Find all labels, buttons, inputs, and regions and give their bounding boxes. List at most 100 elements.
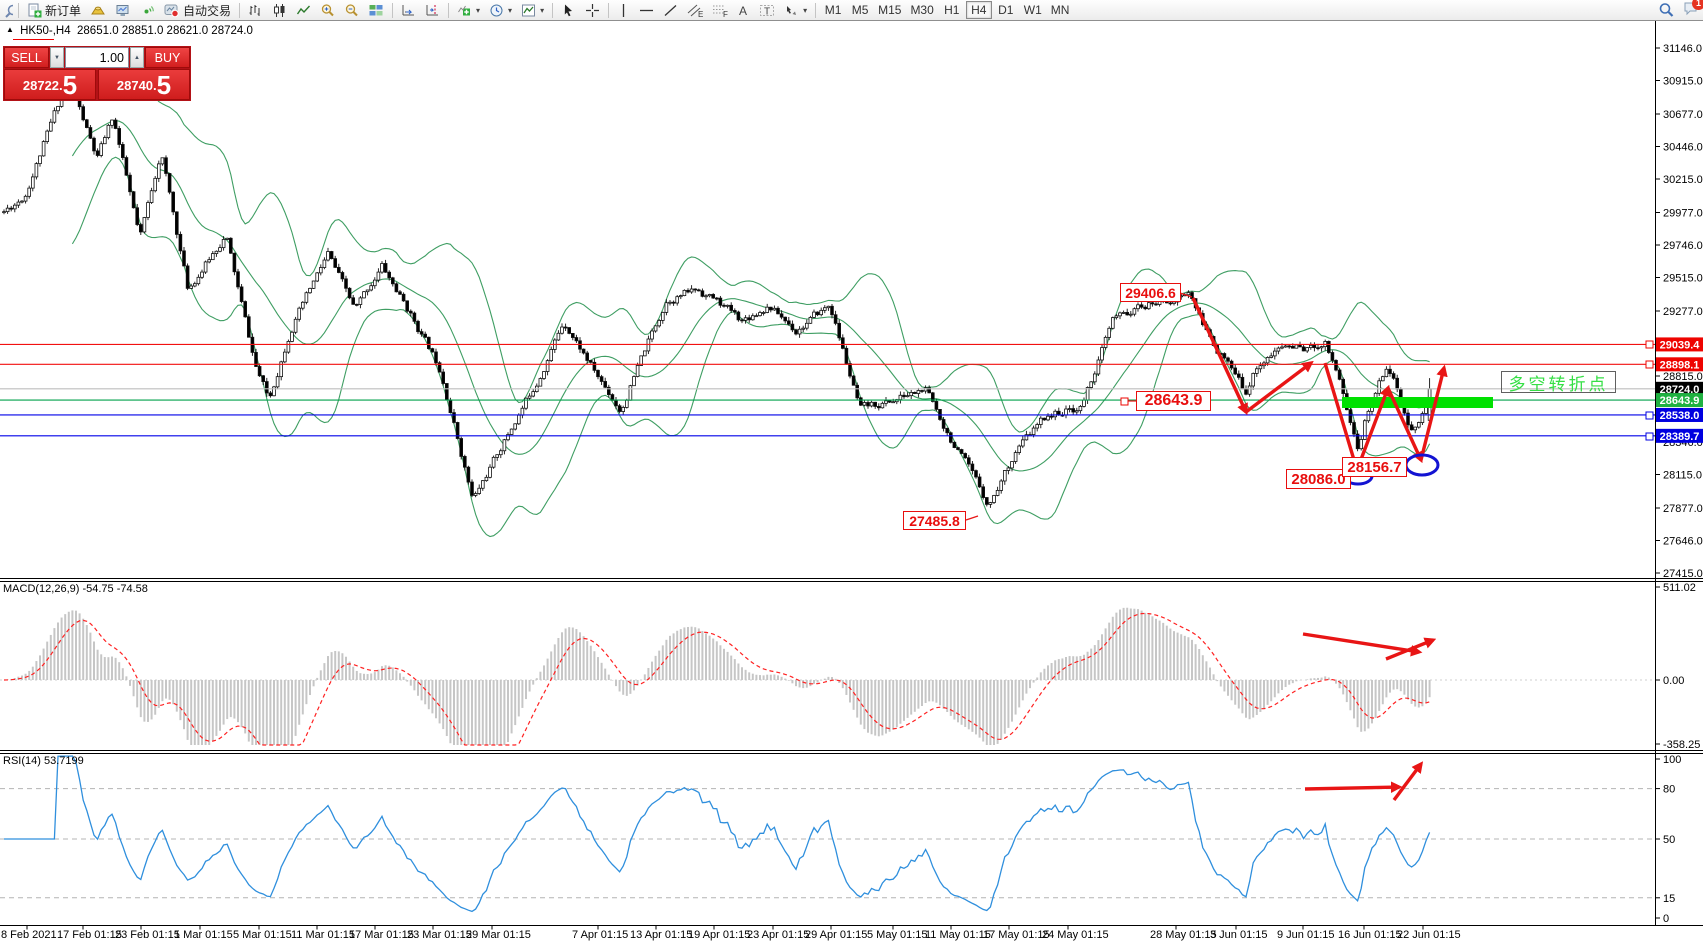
collapse-panel-icon[interactable]: ▲ (6, 25, 14, 34)
date-tick: 11 Mar 01:15 (291, 929, 355, 941)
rsi-tick: 100 (1663, 754, 1681, 766)
sell-price-box[interactable]: 28722.5 (4, 69, 96, 100)
auto-trading-button[interactable]: 自动交易 (160, 1, 235, 19)
zoom-out-button[interactable] (340, 1, 363, 19)
date-tick: 3 Jun 01:15 (1210, 929, 1268, 941)
gold-ingot-button[interactable] (86, 1, 110, 19)
toolbar-separator (239, 3, 240, 18)
rsi-tick: 15 (1663, 893, 1675, 905)
new-order-icon (27, 3, 42, 18)
timeframe-mn-button[interactable]: MN (1047, 1, 1074, 19)
periods-button[interactable]: ▾ (485, 1, 516, 19)
timeframe-w1-button[interactable]: W1 (1020, 1, 1046, 19)
signals-button[interactable] (136, 1, 159, 19)
horizontal-line-button[interactable] (635, 1, 658, 19)
date-tick: 17 May 01:15 (983, 929, 1050, 941)
date-tick: 23 Apr 01:15 (747, 929, 809, 941)
terminal-icon (115, 3, 131, 18)
templates-button[interactable]: ▾ (517, 1, 548, 19)
text-label-button[interactable]: T (755, 1, 779, 19)
sell-price-pip: 5 (63, 72, 77, 98)
turning-point-textbox[interactable]: 多空转折点 (1501, 371, 1616, 393)
auto-trading-icon (164, 3, 180, 18)
timeframe-m30-button[interactable]: M30 (906, 1, 937, 19)
chart-canvas[interactable]: 31146.030915.030677.030446.030215.029977… (0, 0, 1703, 942)
line-anchor-square[interactable] (1646, 361, 1653, 368)
dropdown-arrow-icon: ▾ (540, 6, 544, 15)
trend-arrow[interactable] (1394, 764, 1421, 800)
buy-button[interactable]: BUY (145, 47, 190, 68)
zoom-in-button[interactable] (316, 1, 339, 19)
price-tick: 30446.0 (1663, 141, 1703, 153)
timeframe-m15-button[interactable]: M15 (874, 1, 905, 19)
support-zone-bar[interactable] (1342, 397, 1493, 408)
arrows-button[interactable]: ▾ (780, 1, 811, 19)
timeframe-h1-button[interactable]: H1 (939, 1, 965, 19)
volume-decrease-button[interactable]: ▼ (50, 47, 64, 68)
date-tick: 29 Mar 01:15 (466, 929, 531, 941)
chart-line-button[interactable] (292, 1, 315, 19)
price-tick: 27877.0 (1663, 503, 1703, 515)
price-label-annotation[interactable]: 29406.6 (1120, 283, 1181, 302)
price-label-annotation[interactable]: 28643.9 (1136, 391, 1211, 411)
toolbar-separator (608, 3, 609, 18)
sell-button[interactable]: SELL (4, 47, 49, 68)
line-anchor-square[interactable] (1121, 398, 1128, 405)
crosshair-button[interactable] (581, 1, 604, 19)
price-badge-label: 28389.7 (1660, 431, 1700, 443)
buy-price-main: 28740 (117, 74, 153, 98)
symbol-underline (13, 39, 54, 40)
date-tick: 8 Feb 2021 (1, 929, 57, 941)
macd-tick: 511.02 (1663, 582, 1696, 594)
chart-bars-button[interactable] (244, 1, 267, 19)
price-tick: 30677.0 (1663, 109, 1703, 121)
rsi-tick: 0 (1663, 913, 1669, 925)
cursor-button[interactable] (557, 1, 580, 19)
price-tick: 30215.0 (1663, 174, 1703, 186)
timeframe-m1-button[interactable]: M1 (820, 1, 846, 19)
tile-windows-button[interactable] (364, 1, 388, 19)
price-tick: 28115.0 (1663, 469, 1702, 481)
price-label-annotation[interactable]: 28156.7 (1342, 457, 1407, 477)
date-tick: 17 Feb 01:15 (57, 929, 122, 941)
vertical-line-button[interactable] (613, 1, 634, 19)
line-anchor-square[interactable] (1646, 341, 1653, 348)
axes[interactable]: 31146.030915.030677.030446.030215.029977… (0, 21, 1703, 941)
timeframe-group: M1M5M15M30H1H4D1W1MN (820, 1, 1073, 19)
chart-shift-button[interactable] (421, 1, 444, 19)
buy-price-box[interactable]: 28740.5 (98, 69, 190, 100)
line-anchor-square[interactable] (1646, 433, 1653, 440)
rsi-tick: 50 (1663, 834, 1675, 846)
one-click-trading-panel: SELL ▼ 1.00 ▲ BUY 28722.5 28740.5 (3, 46, 191, 101)
indicators-button[interactable]: ▾ (453, 1, 484, 19)
volume-increase-button[interactable]: ▲ (130, 47, 144, 68)
date-tick: 28 May 01:15 (1150, 929, 1217, 941)
macd-label: MACD(12,26,9) -54.75 -74.58 (3, 583, 148, 595)
fibonacci-button[interactable]: F (708, 1, 732, 19)
search-button[interactable] (1654, 1, 1679, 19)
new-order-button[interactable]: 新订单 (23, 1, 85, 19)
price-badge-label: 29039.4 (1660, 339, 1701, 351)
trend-arrow[interactable] (1303, 634, 1419, 652)
timeframe-d1-button[interactable]: D1 (993, 1, 1019, 19)
text-button[interactable]: A (733, 1, 754, 19)
terminal-button[interactable] (111, 1, 135, 19)
trendline-button[interactable] (659, 1, 682, 19)
channel-letter: E (698, 10, 703, 18)
timeframe-h4-button[interactable]: H4 (966, 1, 992, 19)
timeframe-m5-button[interactable]: M5 (847, 1, 873, 19)
trend-arrow[interactable] (1305, 787, 1399, 789)
equidistant-channel-button[interactable]: E (683, 1, 707, 19)
price-label-annotation[interactable]: 27485.8 (903, 511, 966, 530)
notifications-button[interactable]: 1 (1683, 0, 1701, 21)
toolbar-separator (552, 3, 553, 18)
line-anchor-square[interactable] (1646, 412, 1653, 419)
auto-scroll-button[interactable] (397, 1, 420, 19)
price-tick: 28815.0 (1663, 371, 1703, 383)
price-badge-label: 28643.9 (1660, 395, 1700, 407)
trend-arrow[interactable] (1421, 368, 1444, 460)
chart-candles-button[interactable] (268, 1, 291, 19)
price-tick: 30915.0 (1663, 76, 1703, 88)
clipped-tool-button[interactable] (2, 1, 14, 19)
volume-input[interactable]: 1.00 (65, 47, 129, 68)
